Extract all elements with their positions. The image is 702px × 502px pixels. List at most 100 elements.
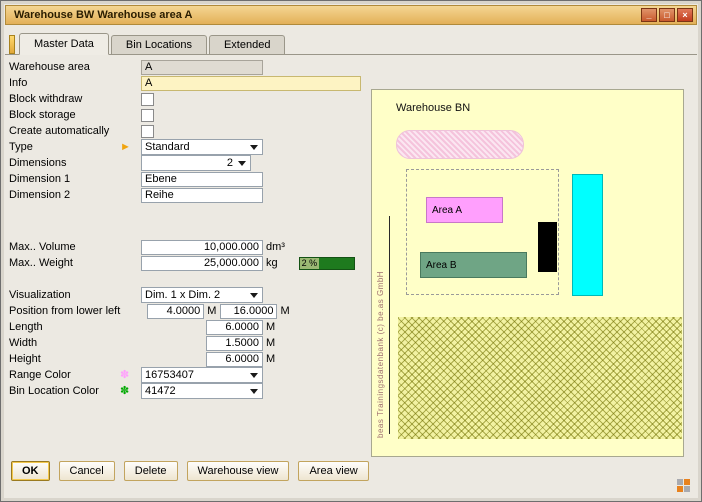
tab-accent-bar bbox=[9, 35, 15, 54]
range-color-row: Range Color ✽ 16753407 bbox=[9, 367, 365, 383]
type-select[interactable]: Standard bbox=[141, 139, 263, 155]
max-weight-row: Max.. Weight kg 2 % bbox=[9, 255, 365, 271]
tab-extended[interactable]: Extended bbox=[209, 35, 285, 54]
width-row: Width M bbox=[9, 335, 365, 351]
range-color-select[interactable]: 16753407 bbox=[141, 367, 263, 383]
area-a-block[interactable]: Area A bbox=[426, 197, 503, 223]
height-unit: M bbox=[266, 353, 275, 365]
chevron-down-icon bbox=[238, 161, 246, 166]
link-arrow-icon[interactable]: ► bbox=[120, 142, 131, 153]
max-volume-unit: dm³ bbox=[266, 241, 285, 253]
max-volume-row: Max.. Volume dm³ bbox=[9, 239, 365, 255]
info-row: Info bbox=[9, 75, 365, 91]
close-icon[interactable]: × bbox=[677, 8, 693, 22]
position-x-input[interactable] bbox=[147, 304, 204, 319]
delete-button[interactable]: Delete bbox=[124, 461, 178, 481]
warehouse-area-label: Warehouse area bbox=[9, 61, 114, 73]
range-color-label: Range Color bbox=[9, 369, 114, 381]
bin-location-color-value: 41472 bbox=[142, 385, 248, 397]
area-b-block[interactable]: Area B bbox=[420, 252, 527, 278]
dimension1-input[interactable] bbox=[141, 172, 263, 187]
create-automatically-label: Create automatically bbox=[9, 125, 114, 137]
position-x-unit: M bbox=[207, 305, 216, 317]
dimensions-label: Dimensions bbox=[9, 157, 114, 169]
width-input[interactable] bbox=[206, 336, 263, 351]
dimension2-label: Dimension 2 bbox=[9, 189, 114, 201]
dimension2-row: Dimension 2 bbox=[9, 187, 365, 203]
dimension2-input[interactable] bbox=[141, 188, 263, 203]
maximize-icon[interactable]: □ bbox=[659, 8, 675, 22]
area-b-label: Area B bbox=[426, 260, 457, 271]
chevron-down-icon bbox=[250, 293, 258, 298]
max-volume-input[interactable] bbox=[141, 240, 263, 255]
visualization-row: Visualization Dim. 1 x Dim. 2 bbox=[9, 287, 365, 303]
window-controls: _ □ × bbox=[641, 8, 693, 22]
warehouse-area-window: Warehouse BW Warehouse area A _ □ × Mast… bbox=[0, 0, 702, 502]
max-weight-input[interactable] bbox=[141, 256, 263, 271]
length-row: Length M bbox=[9, 319, 365, 335]
block-storage-row: Block storage bbox=[9, 107, 365, 123]
range-color-swatch-icon: ✽ bbox=[120, 370, 129, 381]
warehouse-area-input bbox=[141, 60, 263, 75]
block-storage-checkbox[interactable] bbox=[141, 109, 154, 122]
height-input[interactable] bbox=[206, 352, 263, 367]
minimize-icon[interactable]: _ bbox=[641, 8, 657, 22]
length-label: Length bbox=[9, 321, 114, 333]
position-label: Position from lower left bbox=[9, 305, 120, 317]
max-weight-unit: kg bbox=[266, 257, 278, 269]
height-row: Height M bbox=[9, 351, 365, 367]
range-color-value: 16753407 bbox=[142, 369, 248, 381]
warehouse-view-button[interactable]: Warehouse view bbox=[187, 461, 290, 481]
info-input[interactable] bbox=[141, 76, 361, 91]
dimensions-value: 2 bbox=[142, 157, 236, 169]
block-storage-label: Block storage bbox=[9, 109, 114, 121]
max-volume-label: Max.. Volume bbox=[9, 241, 114, 253]
chevron-down-icon bbox=[250, 145, 258, 150]
visualization-label: Visualization bbox=[9, 289, 114, 301]
tab-bin-locations[interactable]: Bin Locations bbox=[111, 35, 207, 54]
info-label: Info bbox=[9, 77, 114, 89]
ok-button[interactable]: OK bbox=[11, 461, 50, 481]
cyan-rack-block[interactable] bbox=[572, 174, 603, 296]
width-unit: M bbox=[266, 337, 275, 349]
tab-strip: Master Data Bin Locations Extended bbox=[5, 32, 697, 55]
layout-grid-icon[interactable] bbox=[677, 479, 692, 494]
visualization-value: Dim. 1 x Dim. 2 bbox=[142, 289, 248, 301]
position-y-input[interactable] bbox=[220, 304, 277, 319]
capacity-bar: 2 % bbox=[299, 257, 355, 270]
titlebar[interactable]: Warehouse BW Warehouse area A _ □ × bbox=[5, 5, 697, 25]
area-view-button[interactable]: Area view bbox=[298, 461, 368, 481]
dimension1-row: Dimension 1 bbox=[9, 171, 365, 187]
bin-location-color-row: Bin Location Color ✽ 41472 bbox=[9, 383, 365, 399]
block-withdraw-row: Block withdraw bbox=[9, 91, 365, 107]
cancel-button[interactable]: Cancel bbox=[59, 461, 115, 481]
length-input[interactable] bbox=[206, 320, 263, 335]
hatched-pink-zone bbox=[396, 130, 524, 159]
max-weight-label: Max.. Weight bbox=[9, 257, 114, 269]
wall-line bbox=[389, 216, 390, 434]
length-unit: M bbox=[266, 321, 275, 333]
dimensions-select[interactable]: 2 bbox=[141, 155, 251, 171]
dimension1-label: Dimension 1 bbox=[9, 173, 114, 185]
tab-master-data[interactable]: Master Data bbox=[19, 33, 109, 55]
capacity-percentage: 2 % bbox=[300, 258, 320, 269]
bin-location-color-swatch-icon: ✽ bbox=[120, 386, 129, 397]
type-value: Standard bbox=[142, 141, 248, 153]
warehouse-visualization-canvas[interactable]: Warehouse BN Area A Area B beas Training… bbox=[371, 89, 684, 457]
height-label: Height bbox=[9, 353, 114, 365]
create-automatically-row: Create automatically bbox=[9, 123, 365, 139]
crosshatched-storage-zone bbox=[398, 317, 682, 439]
visualization-select[interactable]: Dim. 1 x Dim. 2 bbox=[141, 287, 263, 303]
bin-location-color-label: Bin Location Color bbox=[9, 385, 114, 397]
footer-button-bar: OK Cancel Delete Warehouse view Area vie… bbox=[11, 461, 369, 481]
position-y-unit: M bbox=[280, 305, 289, 317]
dimensions-row: Dimensions 2 bbox=[9, 155, 365, 171]
watermark-text: beas Trainingsdatenbank (c) be.as GmbH bbox=[376, 216, 385, 438]
warehouse-area-row: Warehouse area bbox=[9, 59, 365, 75]
bin-location-color-select[interactable]: 41472 bbox=[141, 383, 263, 399]
chevron-down-icon bbox=[250, 373, 258, 378]
create-automatically-checkbox[interactable] bbox=[141, 125, 154, 138]
warehouse-canvas-title: Warehouse BN bbox=[396, 102, 470, 114]
block-withdraw-checkbox[interactable] bbox=[141, 93, 154, 106]
type-row: Type ► Standard bbox=[9, 139, 365, 155]
